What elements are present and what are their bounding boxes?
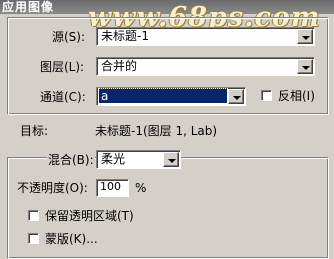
opacity-input[interactable]: 100 — [96, 179, 129, 197]
preserve-transparency-label[interactable]: 保留透明区域(T) — [45, 209, 134, 223]
target-label: 目标: — [20, 124, 49, 138]
dialog-title: 应用图像 — [2, 0, 55, 14]
layer-select[interactable]: 合并的 — [96, 57, 315, 76]
layer-select-value: 合并的 — [101, 59, 138, 73]
blend-select[interactable]: 柔光 — [96, 150, 181, 169]
source-select[interactable]: 未标题-1 — [96, 27, 315, 46]
chevron-down-icon[interactable] — [297, 29, 313, 44]
invert-checkbox[interactable] — [261, 90, 272, 101]
target-value: 未标题-1(图层 1, Lab) — [95, 124, 218, 138]
channel-select[interactable]: a — [96, 87, 246, 106]
chevron-down-icon[interactable] — [163, 152, 179, 167]
mask-checkbox[interactable] — [28, 233, 39, 244]
mask-label[interactable]: 蒙版(K)... — [45, 232, 98, 246]
chevron-down-icon[interactable] — [297, 59, 313, 74]
opacity-label: 不透明度(O): — [17, 181, 88, 195]
channel-select-value: a — [98, 88, 228, 104]
layer-label: 图层(L): — [40, 60, 85, 74]
blend-label: 混合(B): — [47, 153, 95, 167]
opacity-unit: % — [135, 181, 147, 195]
source-label: 源(S): — [52, 30, 86, 44]
chevron-down-icon[interactable] — [228, 89, 244, 104]
preserve-transparency-checkbox[interactable] — [28, 210, 39, 221]
blend-select-value: 柔光 — [101, 152, 126, 166]
source-select-value: 未标题-1 — [101, 29, 149, 43]
invert-label[interactable]: 反相(I) — [278, 89, 315, 103]
channel-label: 通道(C): — [40, 90, 86, 104]
